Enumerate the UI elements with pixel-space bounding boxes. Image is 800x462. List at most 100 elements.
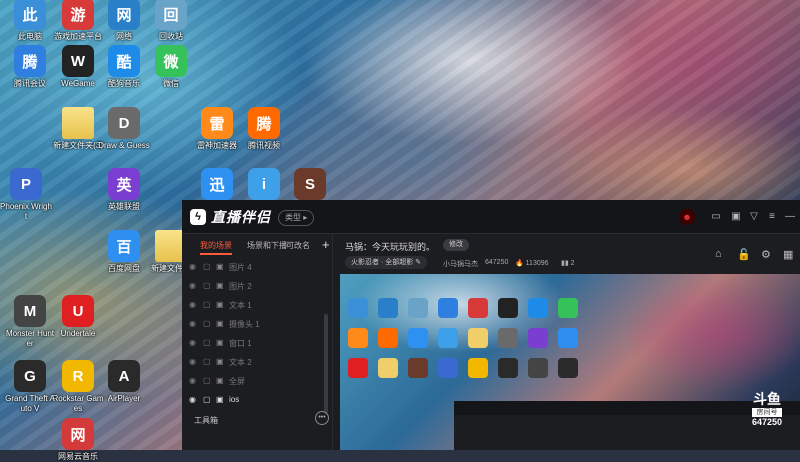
tab-my-scene[interactable]: 我的场景	[200, 240, 232, 255]
app-icon	[62, 107, 94, 139]
visibility-icon[interactable]: ◉	[189, 376, 196, 385]
app-icon: 网	[62, 418, 94, 450]
app-icon: P	[10, 168, 42, 200]
desktop-icon-label: 腾讯视频	[248, 141, 280, 150]
screen-icon[interactable]: ▣	[730, 211, 742, 223]
source-type-icon: ▣	[216, 357, 224, 366]
desktop-icon[interactable]: 酷酷狗音乐	[98, 45, 150, 89]
preview-icon	[378, 328, 398, 348]
desktop-icon[interactable]: A AirPlayer	[98, 360, 150, 404]
lock-icon[interactable]: ▢	[203, 357, 211, 366]
visibility-icon[interactable]: ◉	[189, 357, 196, 366]
lock-icon[interactable]: ▢	[203, 319, 211, 328]
preview-icon	[498, 298, 518, 318]
desktop-icon[interactable]: 雷雷神加速器	[191, 107, 243, 151]
source-item[interactable]: ◉ ▢ ▣ 摄像头 1	[182, 315, 332, 333]
desktop-icon[interactable]: 腾腾讯会议	[4, 45, 56, 89]
desktop-icon-label: 百度网盘	[108, 264, 140, 273]
lock-icon[interactable]: ▢	[203, 300, 211, 309]
desktop-icon[interactable]: 回回收站	[145, 0, 197, 42]
desktop-icon-label: Undertale	[60, 329, 96, 338]
source-label: 窗口 1	[229, 339, 252, 348]
source-item[interactable]: ◉ ▢ ▣ 全屏	[182, 372, 332, 390]
desktop-icon[interactable]: W WeGame	[52, 45, 104, 89]
visibility-icon[interactable]: ◉	[189, 262, 196, 271]
preview-icon	[378, 358, 398, 378]
minimize-icon[interactable]: —	[784, 211, 796, 223]
app-icon: D	[108, 107, 140, 139]
preview-icon	[438, 328, 458, 348]
settings-icon[interactable]: ⚙	[761, 248, 771, 261]
unlock-icon[interactable]: 🔓	[737, 248, 751, 261]
room-label: 房间号	[752, 408, 782, 417]
toolbox-label: 工具箱	[194, 416, 218, 425]
home-icon[interactable]: ⌂	[715, 248, 722, 260]
source-item[interactable]: ◉ ▢ ▣ 图片 2	[182, 277, 332, 295]
tab-rename[interactable]: 可改名	[286, 240, 310, 251]
message-icon[interactable]: ▭	[710, 211, 722, 223]
user-avatar[interactable]: ☻	[679, 209, 695, 225]
source-item[interactable]: ◉ ▢ ▣ 文本 2	[182, 353, 332, 371]
desktop-icon-label: AirPlayer	[107, 394, 141, 403]
app-icon: 酷	[108, 45, 140, 77]
desktop-icon[interactable]: 英英雄联盟	[98, 168, 150, 212]
app-name: 直播伴侣	[211, 209, 271, 225]
desktop-icon[interactable]: 网网易云音乐	[52, 418, 104, 462]
preview-screen[interactable]	[340, 274, 800, 450]
app-icon: 英	[108, 168, 140, 200]
visibility-icon[interactable]: ◉	[189, 395, 196, 404]
visibility-icon[interactable]: ◉	[189, 338, 196, 347]
preview-icon	[408, 358, 428, 378]
source-item[interactable]: ◉ ▢ ▣ 文本 1	[182, 296, 332, 314]
visibility-icon[interactable]: ◉	[189, 281, 196, 290]
lock-icon[interactable]: ▢	[203, 262, 211, 271]
desktop-icon[interactable]: 此此电脑	[4, 0, 56, 42]
desktop-icon[interactable]: R Rockstar Games	[52, 360, 104, 414]
lock-icon[interactable]: ▢	[203, 376, 211, 385]
visibility-icon[interactable]: ◉	[189, 300, 196, 309]
category-button[interactable]: 火影忍者 · 全部超影 ✎	[345, 256, 428, 269]
source-item[interactable]: ◉ ▢ ▣ 窗口 1	[182, 334, 332, 352]
live-companion-window[interactable]: ϟ 直播伴侣 类型 ▸ ☻ ▭ ▣ ▽ ≡ — 我的场景 场景和下播 可改名 +…	[182, 200, 800, 450]
preview-icon	[468, 358, 488, 378]
desktop-icon[interactable]: G Grand Theft Auto V	[4, 360, 56, 414]
source-type-icon: ▣	[216, 262, 224, 271]
more-icon[interactable]: •••	[315, 411, 329, 425]
source-type-icon: ▣	[216, 395, 224, 404]
desktop-icon[interactable]: P Phoenix Wright	[0, 168, 52, 222]
source-item[interactable]: ◉ ▢ ▣ 图片 4	[182, 258, 332, 276]
preview-icon	[528, 298, 548, 318]
lock-icon[interactable]: ▢	[203, 338, 211, 347]
preview-icon	[558, 328, 578, 348]
desktop-icon[interactable]: 百百度网盘	[98, 230, 150, 274]
lock-icon[interactable]: ▢	[203, 395, 211, 404]
room-number: 647250	[751, 417, 783, 427]
desktop-icon[interactable]: 新建文件夹(3)	[52, 107, 104, 151]
lock-icon[interactable]: ▢	[203, 281, 211, 290]
visibility-icon[interactable]: ◉	[189, 319, 196, 328]
desktop-icon[interactable]: 微微信	[145, 45, 197, 89]
desktop-icon[interactable]: U Undertale	[52, 295, 104, 339]
filter-icon[interactable]: ▽	[748, 211, 760, 223]
menu-icon[interactable]: ≡	[766, 211, 778, 223]
scene-tabs: 我的场景 场景和下播 可改名 +	[182, 234, 332, 256]
source-item[interactable]: ◉ ▢ ▣ ios	[182, 391, 332, 409]
preview-icon	[408, 298, 428, 318]
modify-title-button[interactable]: 修改	[443, 239, 469, 251]
type-button[interactable]: 类型 ▸	[278, 210, 315, 226]
source-label: 文本 1	[229, 301, 252, 310]
title-bar[interactable]: ϟ 直播伴侣 类型 ▸ ☻ ▭ ▣ ▽ ≡ —	[182, 200, 800, 234]
source-scrollbar[interactable]	[324, 314, 328, 414]
desktop-icon[interactable]: 腾腾讯视频	[238, 107, 290, 151]
tab-scene-switch[interactable]: 场景和下播	[247, 240, 287, 251]
desktop-icon[interactable]: M Monster Hunter	[4, 295, 56, 349]
desktop-icon[interactable]: 网网络	[98, 0, 150, 42]
add-source-button[interactable]: +	[322, 237, 330, 252]
layout-icon[interactable]: ▦	[783, 248, 793, 261]
desktop-icon[interactable]: 游游戏加速平台	[52, 0, 104, 42]
preview-icon	[348, 358, 368, 378]
app-icon: i	[248, 168, 280, 200]
desktop-icon-label: 此电脑	[18, 32, 42, 41]
desktop-icon[interactable]: D Draw & Guess	[98, 107, 150, 151]
source-type-icon: ▣	[216, 376, 224, 385]
